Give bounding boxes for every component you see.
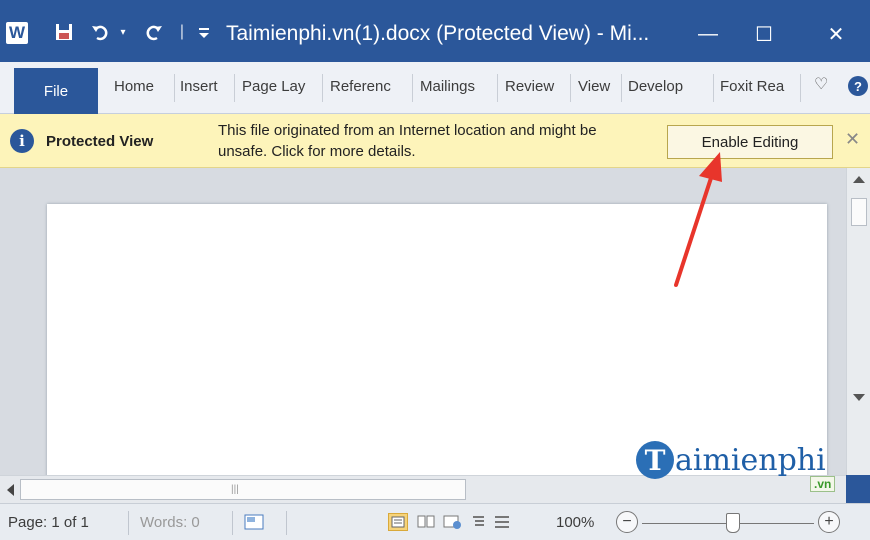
full-screen-reading-icon[interactable]	[416, 513, 436, 531]
status-bar: Page: 1 of 1 Words: 0 100% − +	[0, 503, 870, 540]
close-button[interactable]: ✕	[816, 20, 856, 48]
undo-dropdown-icon[interactable]: ▾	[116, 20, 130, 44]
proofing-icon[interactable]	[244, 513, 264, 531]
taimienphi-watermark: T aimienphi	[636, 434, 826, 486]
ribbon-tabs: File Home Insert Page Lay Referenc Maili…	[0, 62, 870, 114]
tab-page-layout[interactable]: Page Lay	[242, 78, 305, 95]
page-count[interactable]: Page: 1 of 1	[8, 514, 89, 531]
close-message-bar-icon[interactable]: ✕	[845, 129, 860, 150]
redo-icon[interactable]	[142, 20, 166, 44]
tab-developer[interactable]: Develop	[628, 78, 683, 95]
status-divider	[128, 511, 129, 535]
zoom-slider-thumb[interactable]	[726, 513, 740, 533]
tab-file[interactable]: File	[14, 68, 98, 114]
tab-divider	[497, 74, 498, 102]
scroll-grip-icon: |||	[231, 484, 239, 495]
protected-view-bar: i Protected View This file originated fr…	[0, 114, 870, 168]
status-divider	[232, 511, 233, 535]
tab-divider	[234, 74, 235, 102]
minimize-button[interactable]: —	[688, 20, 728, 48]
minimize-ribbon-icon[interactable]: ♡	[814, 74, 828, 94]
tab-mailings[interactable]: Mailings	[420, 78, 475, 95]
protected-view-message[interactable]: This file originated from an Internet lo…	[218, 120, 638, 162]
tab-references[interactable]: Referenc	[330, 78, 391, 95]
print-layout-icon[interactable]	[388, 513, 408, 531]
vertical-scroll-thumb[interactable]	[851, 198, 867, 226]
watermark-logo-initial: T	[636, 441, 674, 479]
watermark-logo-text: aimienphi	[675, 442, 826, 478]
zoom-out-button[interactable]: −	[616, 511, 638, 533]
tab-insert[interactable]: Insert	[180, 78, 218, 95]
watermark-domain: .vn	[810, 476, 836, 492]
customize-toolbar-icon[interactable]	[192, 20, 216, 44]
tab-divider	[800, 74, 801, 102]
tab-divider	[570, 74, 571, 102]
save-icon[interactable]	[52, 20, 76, 44]
separator-icon: |	[179, 23, 185, 40]
title-bar: W ▾ | Taimienphi.vn(1).docx (Protected V…	[0, 0, 870, 62]
horizontal-scroll-thumb[interactable]: |||	[20, 479, 466, 500]
word-count[interactable]: Words: 0	[140, 514, 200, 531]
tab-review[interactable]: Review	[505, 78, 554, 95]
scroll-left-icon[interactable]	[7, 484, 14, 496]
outline-icon[interactable]	[468, 513, 488, 531]
tab-divider	[412, 74, 413, 102]
draft-icon[interactable]	[492, 513, 512, 531]
status-divider	[286, 511, 287, 535]
protected-view-label: Protected View	[46, 133, 154, 150]
tab-home[interactable]: Home	[114, 78, 154, 95]
zoom-level[interactable]: 100%	[556, 514, 594, 531]
document-area[interactable]	[0, 168, 846, 475]
window-title: Taimienphi.vn(1).docx (Protected View) -…	[226, 22, 650, 45]
tab-view[interactable]: View	[578, 78, 610, 95]
help-icon[interactable]: ?	[848, 76, 868, 96]
scroll-down-icon[interactable]	[853, 394, 865, 401]
tab-divider	[174, 74, 175, 102]
undo-icon[interactable]	[88, 20, 112, 44]
enable-editing-button[interactable]: Enable Editing	[667, 125, 833, 159]
info-icon: i	[10, 129, 34, 153]
tab-divider	[322, 74, 323, 102]
scroll-up-icon[interactable]	[853, 176, 865, 183]
web-layout-icon[interactable]	[442, 513, 462, 531]
tab-foxit-reader[interactable]: Foxit Rea	[720, 78, 784, 95]
word-app-icon[interactable]: W	[6, 22, 28, 44]
tab-divider	[713, 74, 714, 102]
maximize-button[interactable]: ☐	[744, 20, 784, 48]
zoom-in-button[interactable]: +	[818, 511, 840, 533]
tab-divider	[621, 74, 622, 102]
vertical-scrollbar[interactable]	[846, 168, 870, 475]
